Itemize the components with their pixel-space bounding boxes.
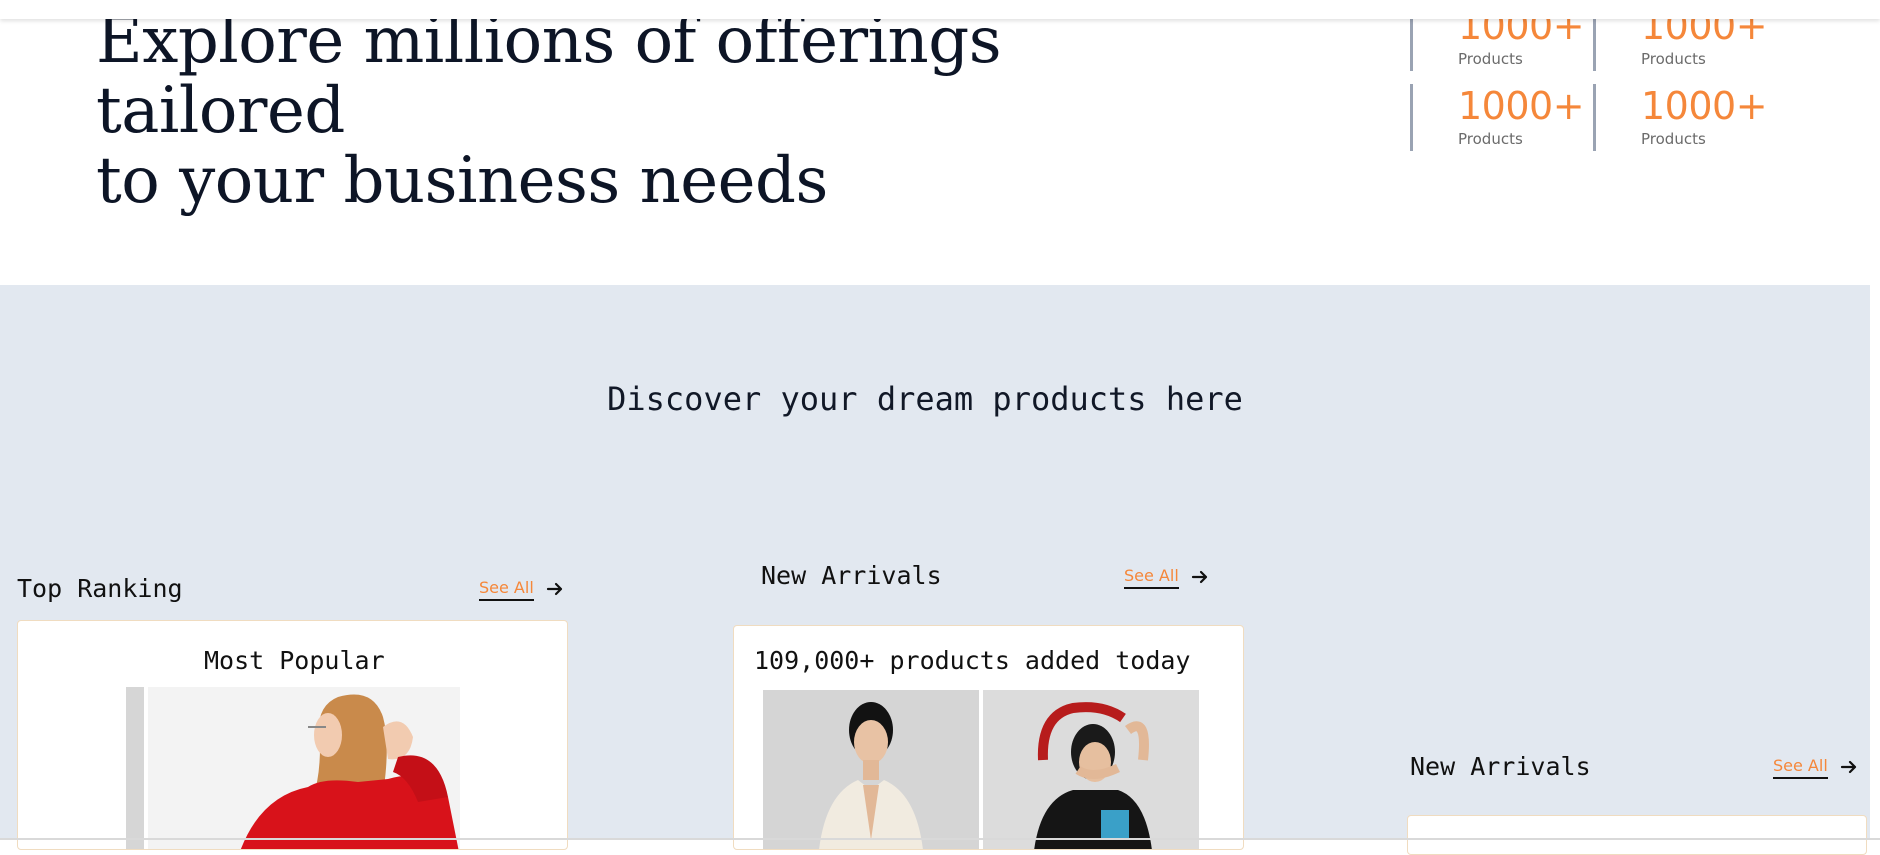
new-arrivals-2-see-all-link[interactable]: See All bbox=[1773, 756, 1828, 779]
discover-title: Discover your dream products here bbox=[607, 380, 1243, 418]
product-image-woman-white-blazer[interactable] bbox=[763, 690, 979, 850]
product-image-edge bbox=[126, 687, 144, 849]
top-ranking-see-all-link[interactable]: See All bbox=[479, 578, 534, 601]
stat-label: Products bbox=[1641, 130, 1706, 148]
product-image-woman-black-tee[interactable] bbox=[983, 690, 1199, 850]
stat-label: Products bbox=[1458, 130, 1523, 148]
top-navigation-bar bbox=[0, 0, 1880, 19]
hero-title-line-2: to your business needs bbox=[96, 144, 828, 218]
top-ranking-title: Top Ranking bbox=[17, 574, 183, 603]
discover-section: Discover your dream products here Top Ra… bbox=[0, 285, 1870, 855]
new-arrivals-card[interactable]: 109,000+ products added today bbox=[733, 625, 1244, 850]
products-added-today-title: 109,000+ products added today bbox=[754, 646, 1191, 675]
hero-title: Explore millions of offerings tailored t… bbox=[96, 6, 1246, 216]
stat-products-4: 1000+ Products bbox=[1593, 84, 1768, 151]
new-arrivals-title-2: New Arrivals bbox=[1410, 752, 1591, 781]
arrow-right-icon[interactable] bbox=[546, 580, 564, 598]
arrow-right-icon[interactable] bbox=[1840, 758, 1858, 776]
stat-label: Products bbox=[1458, 50, 1523, 68]
stat-products-3: 1000+ Products bbox=[1410, 84, 1585, 151]
new-arrivals-title: New Arrivals bbox=[761, 561, 942, 590]
product-image-woman-red-sweater[interactable] bbox=[148, 687, 460, 850]
page-scrollbar[interactable] bbox=[1870, 0, 1880, 840]
hero-title-line-1: Explore millions of offerings tailored bbox=[96, 4, 1002, 148]
most-popular-card[interactable]: Most Popular bbox=[17, 620, 568, 850]
new-arrivals-2-card[interactable] bbox=[1407, 815, 1867, 855]
stat-value: 1000+ bbox=[1458, 84, 1585, 128]
most-popular-title: Most Popular bbox=[204, 646, 385, 675]
stat-label: Products bbox=[1641, 50, 1706, 68]
stat-value: 1000+ bbox=[1641, 84, 1768, 128]
new-arrivals-see-all-link[interactable]: See All bbox=[1124, 566, 1179, 589]
arrow-right-icon[interactable] bbox=[1191, 568, 1209, 586]
